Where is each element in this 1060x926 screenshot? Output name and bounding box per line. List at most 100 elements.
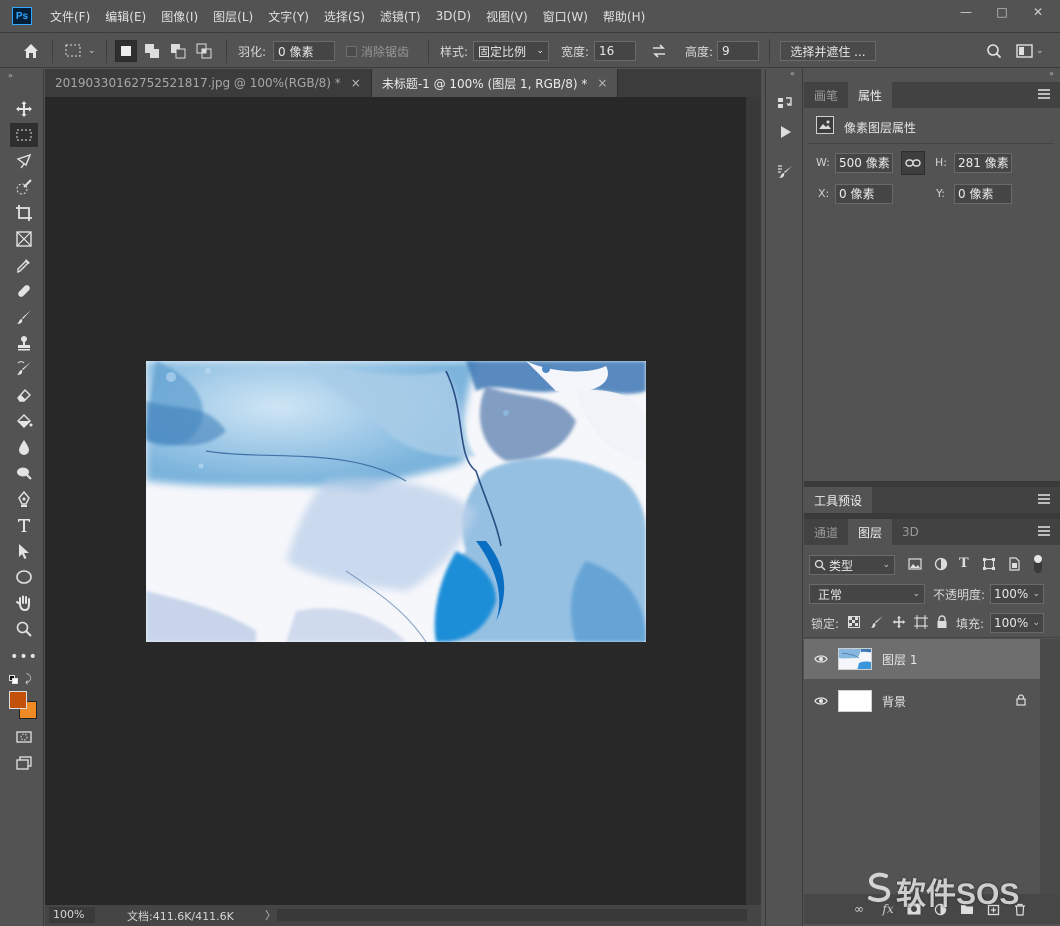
visibility-toggle[interactable] — [812, 696, 830, 706]
eraser-tool[interactable] — [10, 383, 38, 407]
menu-window[interactable]: 窗口(W) — [543, 8, 588, 25]
status-menu-arrow[interactable]: 〉 — [265, 907, 276, 923]
collapse-arrows-icon[interactable]: « — [790, 69, 795, 78]
default-colors-icon[interactable] — [9, 675, 18, 684]
menu-image[interactable]: 图像(I) — [161, 8, 198, 25]
opacity-input[interactable]: 100% ⌄ — [990, 584, 1044, 604]
tab-channels[interactable]: 通道 — [804, 519, 848, 545]
collapse-arrows-icon[interactable]: » — [1049, 69, 1054, 78]
crop-tool[interactable] — [10, 201, 38, 225]
style-select[interactable]: 固定比例 ⌄ — [473, 41, 549, 61]
eyedropper-tool[interactable] — [10, 253, 38, 277]
h-input[interactable]: 281 像素 — [954, 153, 1012, 173]
workspace-button[interactable]: ⌄ — [1016, 40, 1044, 62]
add-selection-button[interactable] — [141, 40, 163, 62]
clone-stamp-tool[interactable] — [10, 331, 38, 355]
y-input[interactable]: 0 像素 — [954, 184, 1012, 204]
panel-menu-icon[interactable] — [1038, 89, 1050, 99]
brush-tool[interactable] — [10, 305, 38, 329]
quick-selection-tool[interactable] — [10, 175, 38, 199]
foreground-color-swatch[interactable] — [9, 691, 27, 709]
layer-filter-select[interactable]: 类型 ⌄ — [809, 555, 895, 575]
link-layers-icon[interactable]: ∞ — [852, 902, 866, 916]
width-input[interactable]: 16 — [594, 41, 636, 61]
lock-all-button[interactable] — [936, 615, 948, 632]
menu-help[interactable]: 帮助(H) — [603, 8, 645, 25]
path-selection-tool[interactable] — [10, 539, 38, 563]
panel-menu-icon[interactable] — [1038, 494, 1050, 504]
screen-mode-button[interactable] — [10, 751, 38, 775]
new-selection-button[interactable] — [115, 40, 137, 62]
menu-view[interactable]: 视图(V) — [486, 8, 528, 25]
layer-row-layer1[interactable]: 图层 1 — [804, 639, 1040, 679]
actions-panel-button[interactable] — [772, 119, 798, 145]
frame-tool[interactable] — [10, 227, 38, 251]
type-filter-icon[interactable]: T — [959, 556, 969, 571]
horizontal-scrollbar[interactable] — [277, 909, 747, 921]
subtract-selection-button[interactable] — [167, 40, 189, 62]
vertical-scrollbar[interactable] — [746, 97, 761, 905]
marquee-preset-picker[interactable]: ⌄ — [64, 40, 96, 62]
zoom-tool[interactable] — [10, 617, 38, 641]
menu-layer[interactable]: 图层(L) — [213, 8, 253, 25]
tab-3d[interactable]: 3D — [892, 519, 929, 545]
intersect-selection-button[interactable] — [193, 40, 215, 62]
lock-artboard-button[interactable] — [914, 615, 928, 632]
type-tool[interactable] — [10, 513, 38, 537]
blur-tool[interactable] — [10, 435, 38, 459]
tab-layers[interactable]: 图层 — [848, 519, 893, 545]
ellipse-tool[interactable] — [10, 565, 38, 589]
menu-file[interactable]: 文件(F) — [50, 8, 90, 25]
brush-settings-panel-button[interactable] — [772, 159, 798, 185]
menu-type[interactable]: 文字(Y) — [268, 8, 309, 25]
select-and-mask-button[interactable]: 选择并遮住 ... — [780, 41, 876, 61]
x-input[interactable]: 0 像素 — [835, 184, 893, 204]
feather-input[interactable]: 0 像素 — [273, 41, 335, 61]
zoom-level-field[interactable]: 100% — [49, 907, 95, 923]
edit-toolbar-button[interactable]: ••• — [10, 645, 38, 669]
blend-mode-select[interactable]: 正常 ⌄ — [809, 584, 925, 604]
lasso-tool[interactable] — [10, 149, 38, 173]
close-icon[interactable]: × — [351, 76, 361, 90]
visibility-toggle[interactable] — [812, 654, 830, 664]
menu-3d[interactable]: 3D(D) — [436, 9, 471, 23]
panel-menu-icon[interactable] — [1038, 526, 1050, 536]
tab-brush[interactable]: 画笔 — [804, 82, 848, 108]
minimize-button[interactable]: — — [956, 4, 976, 20]
menu-edit[interactable]: 编辑(E) — [105, 8, 146, 25]
lock-pixels-button[interactable] — [870, 615, 884, 632]
menu-filter[interactable]: 滤镜(T) — [380, 8, 421, 25]
layer-row-background[interactable]: 背景 — [804, 681, 1040, 721]
history-brush-tool[interactable] — [10, 357, 38, 381]
w-input[interactable]: 500 像素 — [835, 153, 893, 173]
hand-tool[interactable] — [10, 591, 38, 615]
home-button[interactable] — [22, 40, 40, 62]
document-image[interactable] — [146, 361, 646, 642]
antialias-checkbox[interactable]: 消除锯齿 — [346, 40, 409, 62]
lock-transparent-button[interactable] — [848, 616, 860, 631]
tab-document-untitled[interactable]: 未标题-1 @ 100% (图层 1, RGB/8) * × — [371, 69, 619, 97]
swap-colors-icon[interactable]: ⤸ — [25, 672, 32, 686]
history-panel-button[interactable] — [772, 91, 798, 117]
close-button[interactable]: ✕ — [1028, 4, 1048, 20]
filter-smart-object-button[interactable] — [1007, 557, 1021, 574]
healing-brush-tool[interactable] — [10, 279, 38, 303]
menu-select[interactable]: 选择(S) — [324, 8, 365, 25]
height-input[interactable]: 9 — [717, 41, 759, 61]
link-dimensions-button[interactable] — [901, 151, 925, 175]
paint-bucket-tool[interactable] — [10, 409, 38, 433]
pen-tool[interactable] — [10, 487, 38, 511]
move-tool[interactable] — [10, 97, 38, 121]
rectangular-marquee-tool[interactable] — [10, 123, 38, 147]
lock-position-button[interactable] — [892, 615, 906, 632]
tab-document-jpg[interactable]: 20190330162752521817.jpg @ 100%(RGB/8) *… — [45, 69, 372, 97]
collapse-arrows-icon[interactable]: » — [8, 71, 13, 80]
layers-scrollbar[interactable] — [1040, 639, 1060, 894]
filter-shape-button[interactable] — [982, 557, 996, 574]
dodge-tool[interactable] — [10, 461, 38, 485]
maximize-button[interactable]: □ — [992, 4, 1012, 20]
fx-icon[interactable]: fx — [881, 902, 895, 916]
filter-pixel-button[interactable] — [908, 557, 922, 574]
filter-adjustment-button[interactable] — [934, 557, 948, 574]
quick-mask-button[interactable] — [10, 725, 38, 749]
